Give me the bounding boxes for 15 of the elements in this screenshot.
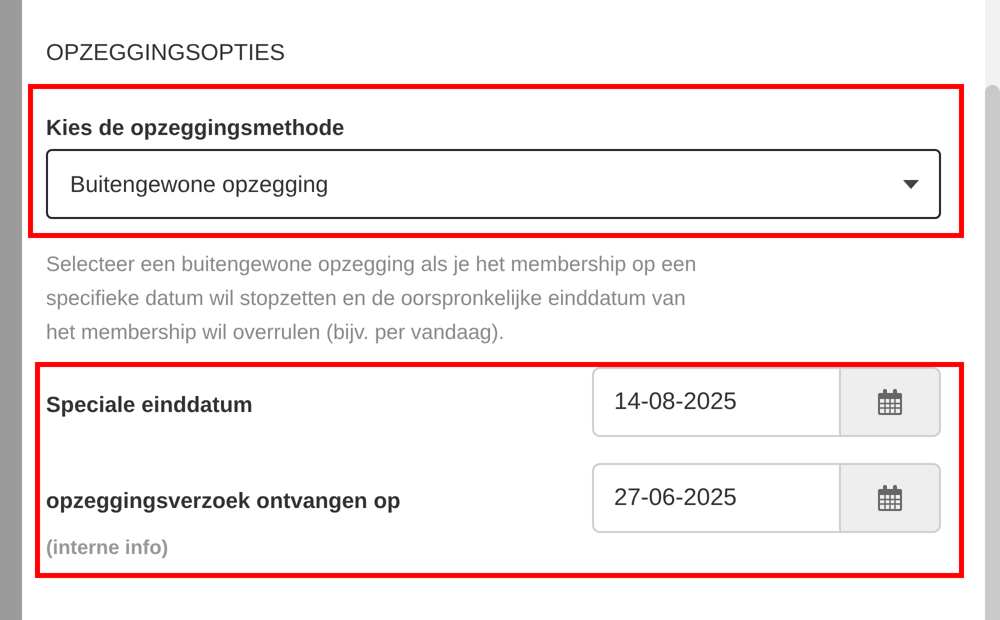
field-label: opzeggingsverzoek ontvangen op: [46, 487, 400, 515]
help-text: Selecteer een buitengewone opzegging als je het membership op een specifieke datum wil stopzetten en de oorspronkelijke einddatum van het membership wil overrulen (bijv. per vandaag).: [46, 252, 698, 346]
method-select[interactable]: Buitengewone opzegging: [46, 149, 941, 219]
date-field[interactable]: 27-06-2025: [592, 463, 839, 533]
caret-icon: [903, 180, 919, 188]
calendar-icon: [877, 484, 903, 512]
calendar-button[interactable]: [839, 463, 941, 533]
date-field[interactable]: 14-08-2025: [592, 367, 839, 437]
select-value: Buitengewone opzegging: [70, 170, 328, 199]
field-label: Kies de opzeggingsmethode: [46, 114, 346, 142]
calendar-icon: [877, 388, 903, 416]
calendar-button[interactable]: [839, 367, 941, 437]
section-title: OPZEGGINGSOPTIES: [46, 38, 286, 67]
field-label: Speciale einddatum: [46, 391, 253, 419]
field-note: (interne info): [46, 536, 170, 561]
